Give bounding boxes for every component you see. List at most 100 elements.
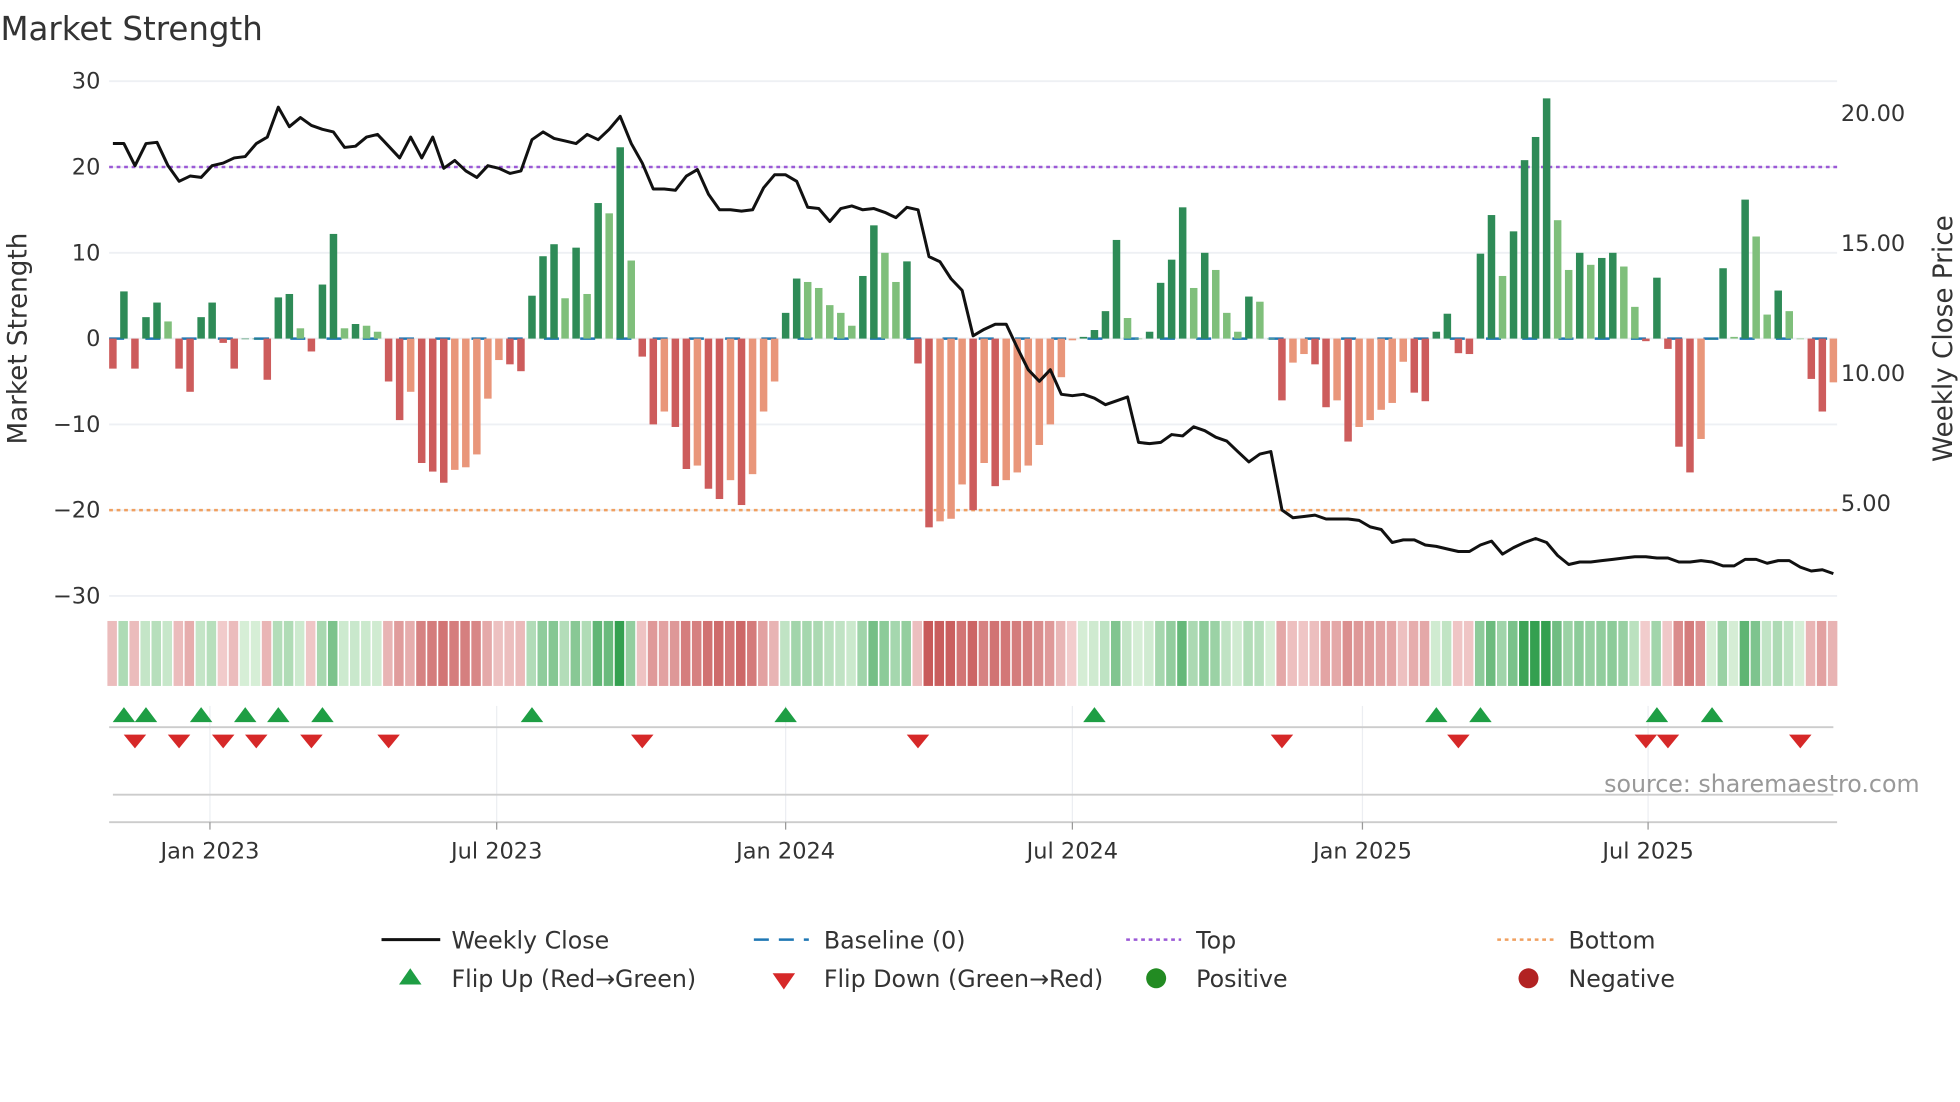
legend-flip-down: Flip Down (Green→Red)	[772, 965, 1103, 993]
strip-cell	[1022, 620, 1033, 686]
strength-bar	[495, 338, 503, 361]
green-dot-icon	[1146, 968, 1167, 989]
strength-bar	[175, 338, 183, 369]
strength-bar	[1035, 338, 1044, 445]
strength-bar	[318, 284, 327, 339]
strip-cell	[372, 620, 382, 686]
strength-bar	[1002, 338, 1010, 481]
strength-bar	[1620, 266, 1628, 339]
strip-cell	[1353, 620, 1364, 686]
strength-bar	[1443, 313, 1452, 339]
svg-text:Flip Down (Green→Red): Flip Down (Green→Red)	[824, 965, 1103, 993]
strength-bar	[627, 260, 635, 339]
strength-bar	[1079, 336, 1088, 339]
strip-cell	[1618, 620, 1628, 686]
flip-up-marker	[774, 707, 797, 723]
flip-up-marker	[1645, 707, 1669, 723]
strip-cell	[647, 620, 658, 686]
flip-down-marker	[211, 734, 235, 749]
strip-cell	[504, 620, 514, 686]
strip-cell	[206, 620, 217, 686]
strip-cell	[835, 620, 845, 686]
strip-cell	[713, 620, 724, 686]
strip-cell	[978, 620, 989, 686]
strip-cell	[879, 620, 889, 686]
strip-cell	[901, 620, 911, 686]
strength-bar	[1223, 312, 1231, 339]
strength-bar	[1509, 231, 1518, 339]
triangle-down-icon	[772, 973, 796, 990]
strength-bar	[605, 213, 613, 339]
strip-cell	[162, 620, 173, 686]
strip-cell	[1463, 620, 1474, 686]
flip-markers-panel	[109, 705, 1838, 825]
strength-bar	[583, 293, 591, 339]
y2-tick-label: 5.00	[1841, 491, 1891, 517]
strip-cell	[1011, 620, 1022, 686]
strength-bar	[1057, 338, 1066, 378]
y-tick-label: −20	[53, 498, 100, 524]
strip-cell	[1331, 620, 1342, 686]
strip-cell	[1408, 620, 1419, 686]
strip-cell	[1541, 620, 1551, 686]
strength-bar	[417, 338, 426, 463]
strength-bar	[958, 338, 966, 485]
strength-bar	[969, 338, 977, 511]
strip-cell	[1309, 620, 1320, 686]
strength-bar	[1278, 338, 1286, 401]
strength-bar	[340, 328, 349, 339]
strip-cell	[636, 620, 647, 686]
strip-cell	[1651, 620, 1661, 686]
strip-cell	[1508, 620, 1518, 686]
strip-cell	[1574, 620, 1584, 686]
strip-cell	[1177, 620, 1187, 686]
strip-cell	[1099, 620, 1110, 686]
chart-title: Market Strength	[0, 10, 262, 48]
strength-bar	[803, 281, 812, 339]
strip-cell	[1474, 620, 1485, 686]
strip-cell	[813, 620, 823, 686]
flip-down-marker	[1270, 734, 1294, 749]
svg-text:Negative: Negative	[1568, 965, 1674, 993]
strength-bar	[682, 338, 691, 470]
strip-cell	[956, 620, 967, 686]
y-tick-label: −30	[53, 583, 100, 609]
flip-down-marker	[1656, 734, 1680, 749]
strength-bar	[1664, 338, 1672, 349]
strength-bar	[1675, 338, 1683, 447]
strip-cell	[272, 620, 283, 686]
strip-cell	[1530, 620, 1540, 686]
strength-bar	[1068, 338, 1077, 341]
strength-bar	[859, 275, 867, 339]
svg-text:Weekly Close: Weekly Close	[451, 926, 609, 954]
strength-bar	[1553, 220, 1562, 339]
strip-cell	[1122, 620, 1132, 686]
strength-bar	[693, 338, 702, 466]
flip-down-marker	[906, 734, 930, 749]
strip-cell	[1706, 620, 1717, 686]
strip-cell	[416, 620, 426, 686]
strength-bar	[351, 324, 360, 339]
strength-bar	[1322, 338, 1330, 408]
strength-bar	[1333, 338, 1341, 401]
strip-cell	[438, 620, 448, 686]
strength-bar	[219, 338, 227, 343]
strip-cell	[195, 620, 206, 686]
strength-bar	[329, 233, 338, 339]
strength-bar	[792, 278, 801, 339]
strip-cell	[1629, 620, 1639, 686]
legend-weekly-close: Weekly Close	[381, 926, 609, 954]
strip-cell	[1739, 620, 1750, 686]
strip-cell	[1276, 620, 1286, 686]
strip-cell	[493, 620, 503, 686]
flip-up-marker	[520, 707, 544, 723]
strip-cell	[1221, 620, 1231, 686]
strip-cell	[1188, 620, 1198, 686]
strip-cell	[570, 620, 581, 686]
strip-cell	[1673, 620, 1683, 686]
legend-positive: Positive	[1146, 965, 1288, 993]
strength-bar	[1289, 338, 1297, 363]
strip-cell	[603, 620, 614, 686]
strip-cell	[537, 620, 548, 686]
strength-bar	[980, 338, 988, 463]
